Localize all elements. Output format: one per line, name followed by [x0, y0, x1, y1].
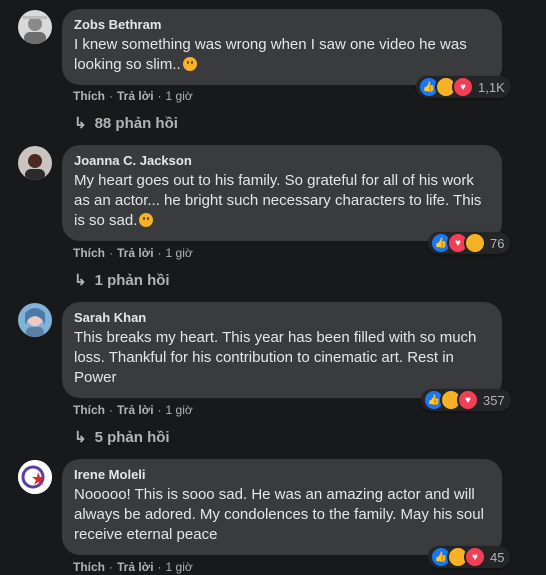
- view-replies-button[interactable]: ↳ 1 phản hồi: [74, 271, 170, 290]
- comment-time[interactable]: 1 giờ: [166, 403, 193, 417]
- comment-text: This breaks my heart. This year has been…: [74, 329, 477, 386]
- view-replies-button[interactable]: ↳ 5 phản hồi: [74, 428, 170, 447]
- comment-author[interactable]: Irene Moleli: [74, 467, 490, 483]
- comment-time[interactable]: 1 giờ: [166, 246, 193, 260]
- comment-author[interactable]: Zobs Bethram: [74, 17, 490, 33]
- reply-button[interactable]: Trả lời: [117, 89, 154, 103]
- comment-text: I knew something was wrong when I saw on…: [74, 36, 467, 73]
- comment-actions: Thích · Trả lời · 1 giờ: [73, 560, 193, 574]
- reply-button[interactable]: Trả lời: [117, 403, 154, 417]
- comment-bubble: Joanna C. Jackson My heart goes out to h…: [62, 145, 502, 241]
- comment-author[interactable]: Joanna C. Jackson: [74, 153, 490, 169]
- heart-icon: ♥: [464, 546, 486, 568]
- reply-button[interactable]: Trả lời: [117, 560, 154, 574]
- like-button[interactable]: Thích: [73, 89, 105, 103]
- sad-face-icon: [139, 213, 154, 227]
- comment-time[interactable]: 1 giờ: [166, 89, 193, 103]
- sad-face-icon: [464, 232, 486, 254]
- reaction-count: 357: [483, 392, 505, 408]
- avatar[interactable]: [18, 460, 52, 494]
- heart-icon: ♥: [457, 389, 479, 411]
- heart-icon: ♥: [452, 76, 474, 98]
- reply-arrow-icon: ↳: [74, 429, 87, 446]
- comment-bubble: Zobs Bethram I knew something was wrong …: [62, 9, 502, 85]
- avatar[interactable]: [18, 10, 52, 44]
- replies-count: 1 phản hồi: [94, 271, 170, 289]
- like-button[interactable]: Thích: [73, 560, 105, 574]
- comment-text: Nooooo! This is sooo sad. He was an amaz…: [74, 486, 484, 543]
- reaction-count: 1,1K: [478, 79, 505, 95]
- reply-arrow-icon: ↳: [74, 115, 87, 132]
- reactions-summary[interactable]: 👍 ♥ 357: [421, 389, 511, 411]
- avatar[interactable]: [18, 303, 52, 337]
- comment-author[interactable]: Sarah Khan: [74, 310, 490, 326]
- comment-bubble: Irene Moleli Nooooo! This is sooo sad. H…: [62, 459, 502, 555]
- view-replies-button[interactable]: ↳ 88 phản hồi: [74, 114, 178, 133]
- comment-text: My heart goes out to his family. So grat…: [74, 172, 482, 229]
- reaction-count: 45: [490, 549, 505, 565]
- comment-actions: Thích · Trả lời · 1 giờ: [73, 246, 193, 260]
- reply-arrow-icon: ↳: [74, 272, 87, 289]
- replies-count: 88 phản hồi: [94, 114, 178, 132]
- like-button[interactable]: Thích: [73, 403, 105, 417]
- reactions-summary[interactable]: 👍 ♥ 76: [428, 232, 511, 254]
- replies-count: 5 phản hồi: [94, 428, 170, 446]
- comment-actions: Thích · Trả lời · 1 giờ: [73, 89, 193, 103]
- avatar[interactable]: [18, 146, 52, 180]
- reactions-summary[interactable]: 👍 ♥ 1,1K: [416, 76, 511, 98]
- like-button[interactable]: Thích: [73, 246, 105, 260]
- comment-actions: Thích · Trả lời · 1 giờ: [73, 403, 193, 417]
- reaction-count: 76: [490, 235, 505, 251]
- reply-button[interactable]: Trả lời: [117, 246, 154, 260]
- comment-time[interactable]: 1 giờ: [166, 560, 193, 574]
- reactions-summary[interactable]: 👍 ♥ 45: [428, 546, 511, 568]
- sad-face-icon: [182, 57, 197, 71]
- comment-bubble: Sarah Khan This breaks my heart. This ye…: [62, 302, 502, 398]
